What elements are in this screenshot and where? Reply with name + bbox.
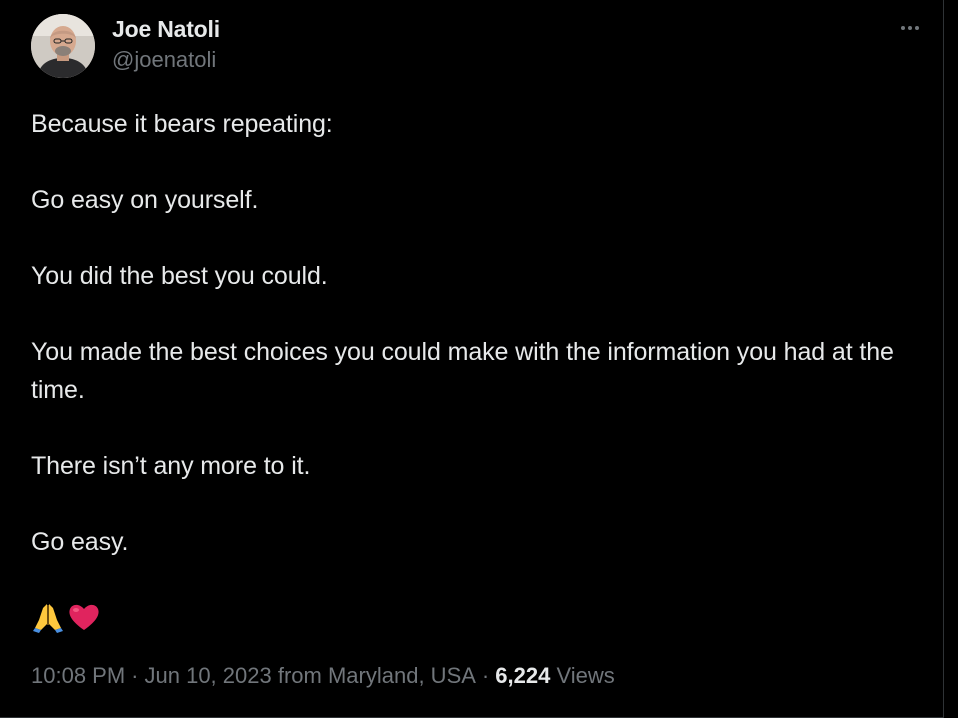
tweet-text: Because it bears repeating: Go easy on y… [31,105,931,561]
views-label: Views [556,663,615,688]
author-handle[interactable]: @joenatoli [112,45,220,75]
folded-hands-emoji-icon [31,600,65,634]
tweet-paragraph: Go easy on yourself. [31,186,259,214]
author-display-name[interactable]: Joe Natoli [112,14,220,44]
tweet-paragraph: Go easy. [31,528,129,556]
emoji-row [31,598,101,636]
tweet-paragraph: You did the best you could. [31,262,328,290]
more-options-button[interactable] [893,14,927,42]
tweet-paragraph: Because it bears repeating: [31,110,333,138]
meta-separator: · [131,663,139,688]
tweet-meta: 10:08 PM · Jun 10, 2023 from Maryland, USA… [31,660,615,692]
tweet-paragraph: You made the best choices you could make… [31,338,894,404]
tweet-location: from Maryland, USA [277,663,476,688]
more-icon [901,26,919,30]
tweet-time: 10:08 PM [31,663,126,688]
profile-photo-icon [31,14,95,78]
author-info: Joe Natoli @joenatoli [112,14,220,75]
red-heart-emoji-icon [67,600,101,634]
views-link[interactable]: 6,224 Views [495,663,614,688]
tweet-date: Jun 10, 2023 [144,663,272,688]
tweet-card: Joe Natoli @joenatoli Because it bears r… [0,0,944,718]
tweet-time-link[interactable]: 10:08 PM · Jun 10, 2023 [31,663,272,688]
tweet-paragraph: There isn’t any more to it. [31,452,311,480]
author-avatar[interactable] [31,14,95,78]
meta-separator: · [481,663,490,688]
views-count: 6,224 [495,663,551,688]
